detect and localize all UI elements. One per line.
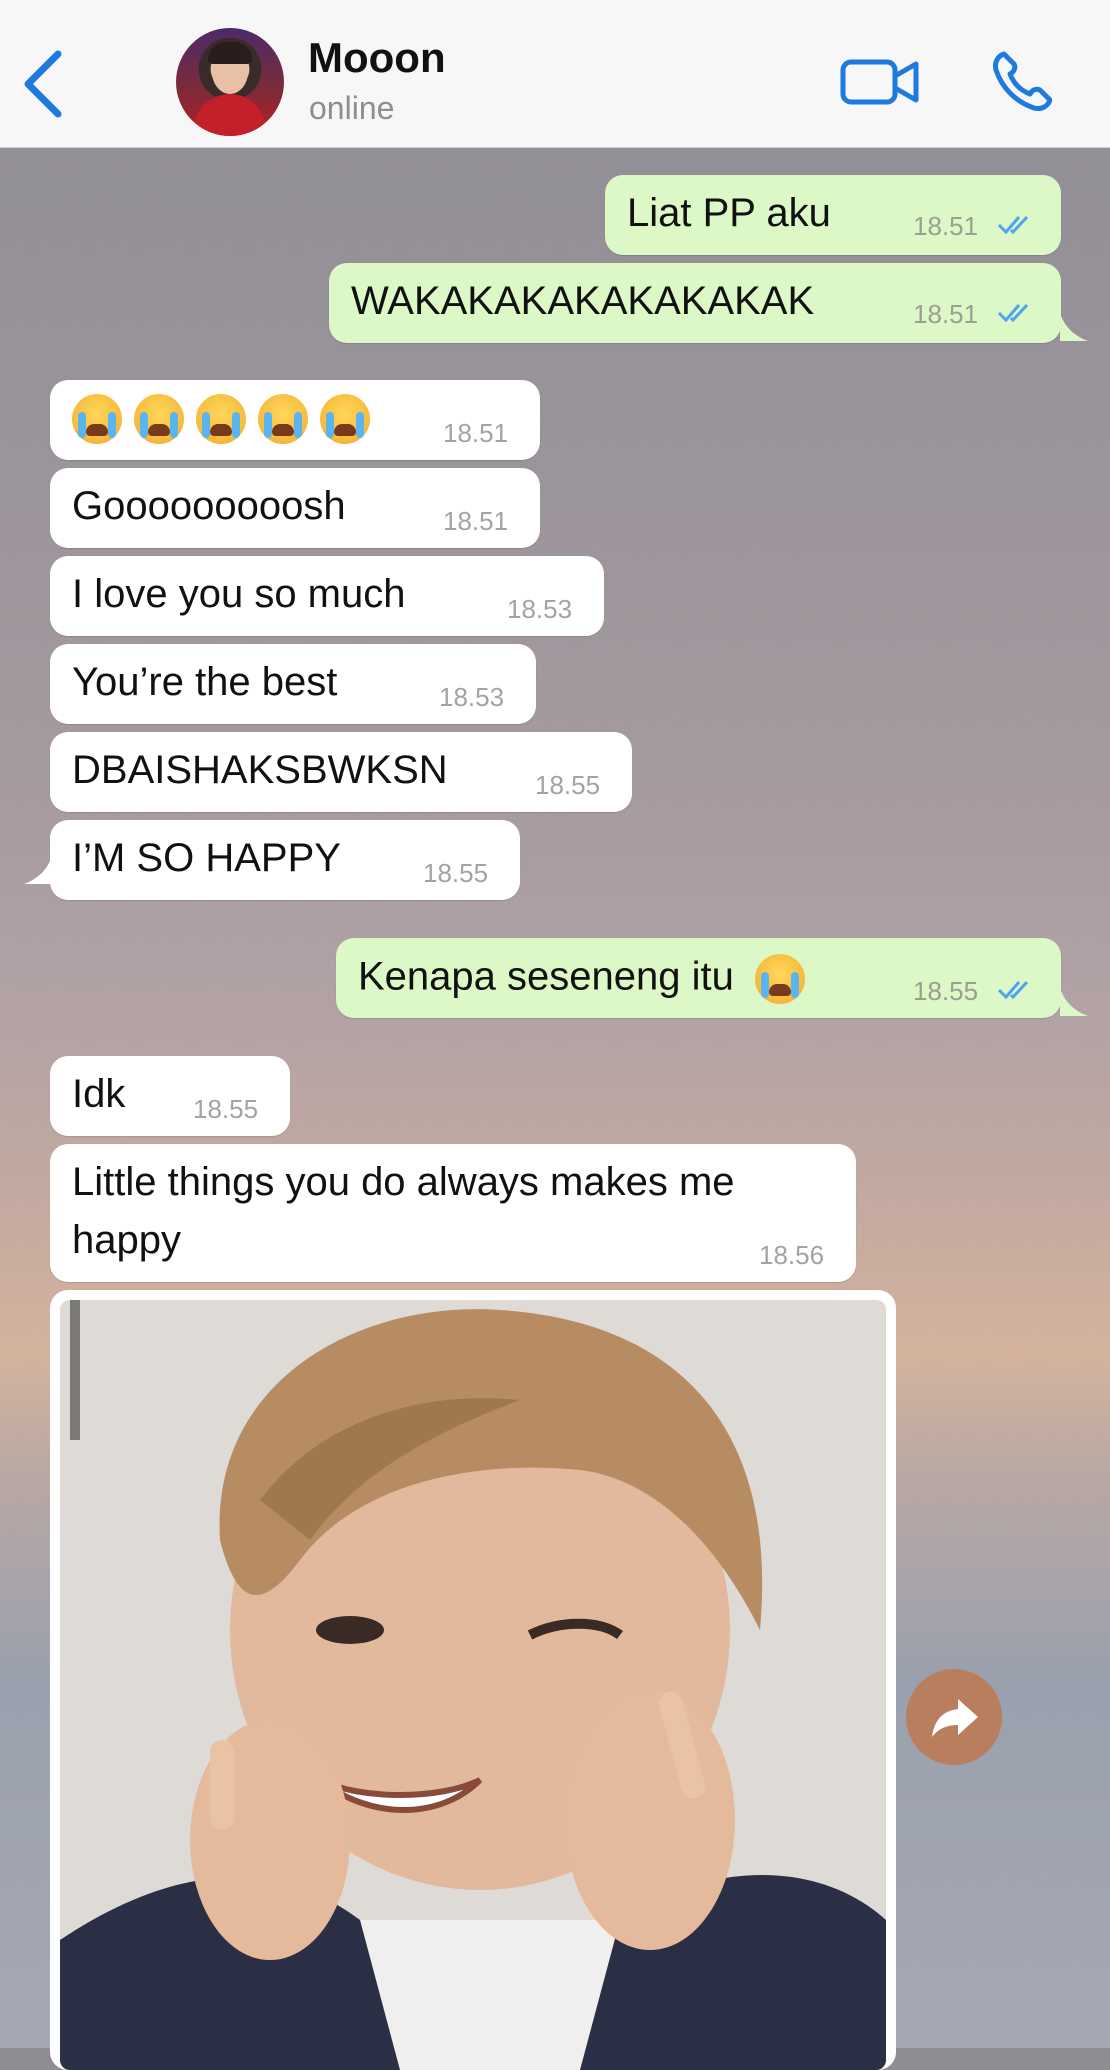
loudly-crying-emoji-icon: [196, 394, 246, 444]
loudly-crying-emoji-icon: [320, 394, 370, 444]
loudly-crying-emoji-icon: [754, 954, 805, 1004]
message-time: 18.55: [535, 770, 601, 800]
message-text: Kenapa seseneng itu: [358, 954, 805, 1004]
phone-icon[interactable]: [990, 50, 1052, 114]
message-time: 18.53: [439, 682, 505, 712]
emoji-row: [72, 394, 382, 444]
contact-name[interactable]: Mooon: [308, 34, 446, 82]
loudly-crying-emoji-icon: [134, 394, 184, 444]
message-incoming[interactable]: Gooooooooosh 18.51: [50, 468, 540, 548]
bubble-tail: [1060, 988, 1088, 1016]
message-incoming[interactable]: DBAISHAKSBWKSN 18.55: [50, 732, 632, 812]
read-ticks-icon: [997, 303, 1029, 323]
message-text: Gooooooooosh: [72, 484, 346, 528]
message-text: DBAISHAKSBWKSN: [72, 748, 448, 792]
message-time: 18.55: [193, 1094, 259, 1124]
loudly-crying-emoji-icon: [72, 394, 122, 444]
chevron-left-icon[interactable]: [20, 48, 66, 120]
message-time: 18.51: [443, 506, 509, 536]
loudly-crying-emoji-icon: [258, 394, 308, 444]
message-text: Idk: [72, 1072, 126, 1116]
message-time: 18.51: [913, 211, 979, 241]
chat-header: Mooon online: [0, 0, 1110, 148]
message-outgoing[interactable]: Liat PP aku 18.51: [605, 175, 1061, 255]
message-incoming[interactable]: 18.51: [50, 380, 540, 460]
bubble-tail: [1060, 313, 1088, 341]
read-ticks-icon: [997, 215, 1029, 235]
message-time: 18.56: [759, 1240, 825, 1270]
contact-status: online: [309, 90, 395, 126]
message-incoming[interactable]: You’re the best 18.53: [50, 644, 536, 724]
message-text-line-2: happy: [72, 1218, 181, 1262]
forward-arrow-icon: [932, 1699, 978, 1737]
message-outgoing[interactable]: Kenapa seseneng itu 18.55: [336, 938, 1061, 1018]
message-text: I’M SO HAPPY: [72, 836, 341, 880]
message-text: I love you so much: [72, 572, 406, 616]
message-incoming[interactable]: Idk 18.55: [50, 1056, 290, 1136]
video-camera-icon[interactable]: [840, 56, 920, 108]
message-outgoing[interactable]: WAKAKAKAKAKAKAKAK 18.51: [329, 263, 1061, 343]
message-time: 18.53: [507, 594, 573, 624]
message-text: WAKAKAKAKAKAKAKAK: [351, 279, 815, 323]
message-time: 18.51: [443, 418, 509, 448]
avatar[interactable]: [176, 28, 284, 136]
message-time: 18.55: [423, 858, 489, 888]
read-ticks-icon: [997, 980, 1029, 1000]
message-incoming[interactable]: I’M SO HAPPY 18.55: [50, 820, 520, 900]
photo-person-illustration: [60, 1300, 886, 2070]
message-text: You’re the best: [72, 660, 338, 704]
message-time: 18.51: [913, 299, 979, 329]
message-incoming[interactable]: Little things you do always makes me hap…: [50, 1144, 856, 1282]
forward-button[interactable]: [906, 1669, 1002, 1765]
message-text: Liat PP aku: [627, 191, 831, 235]
message-text-line-1: Little things you do always makes me: [72, 1160, 735, 1204]
photo-content[interactable]: [60, 1300, 886, 2070]
message-image[interactable]: [50, 1290, 896, 2070]
message-incoming[interactable]: I love you so much 18.53: [50, 556, 604, 636]
message-time: 18.55: [913, 976, 979, 1006]
bubble-tail: [24, 856, 52, 884]
